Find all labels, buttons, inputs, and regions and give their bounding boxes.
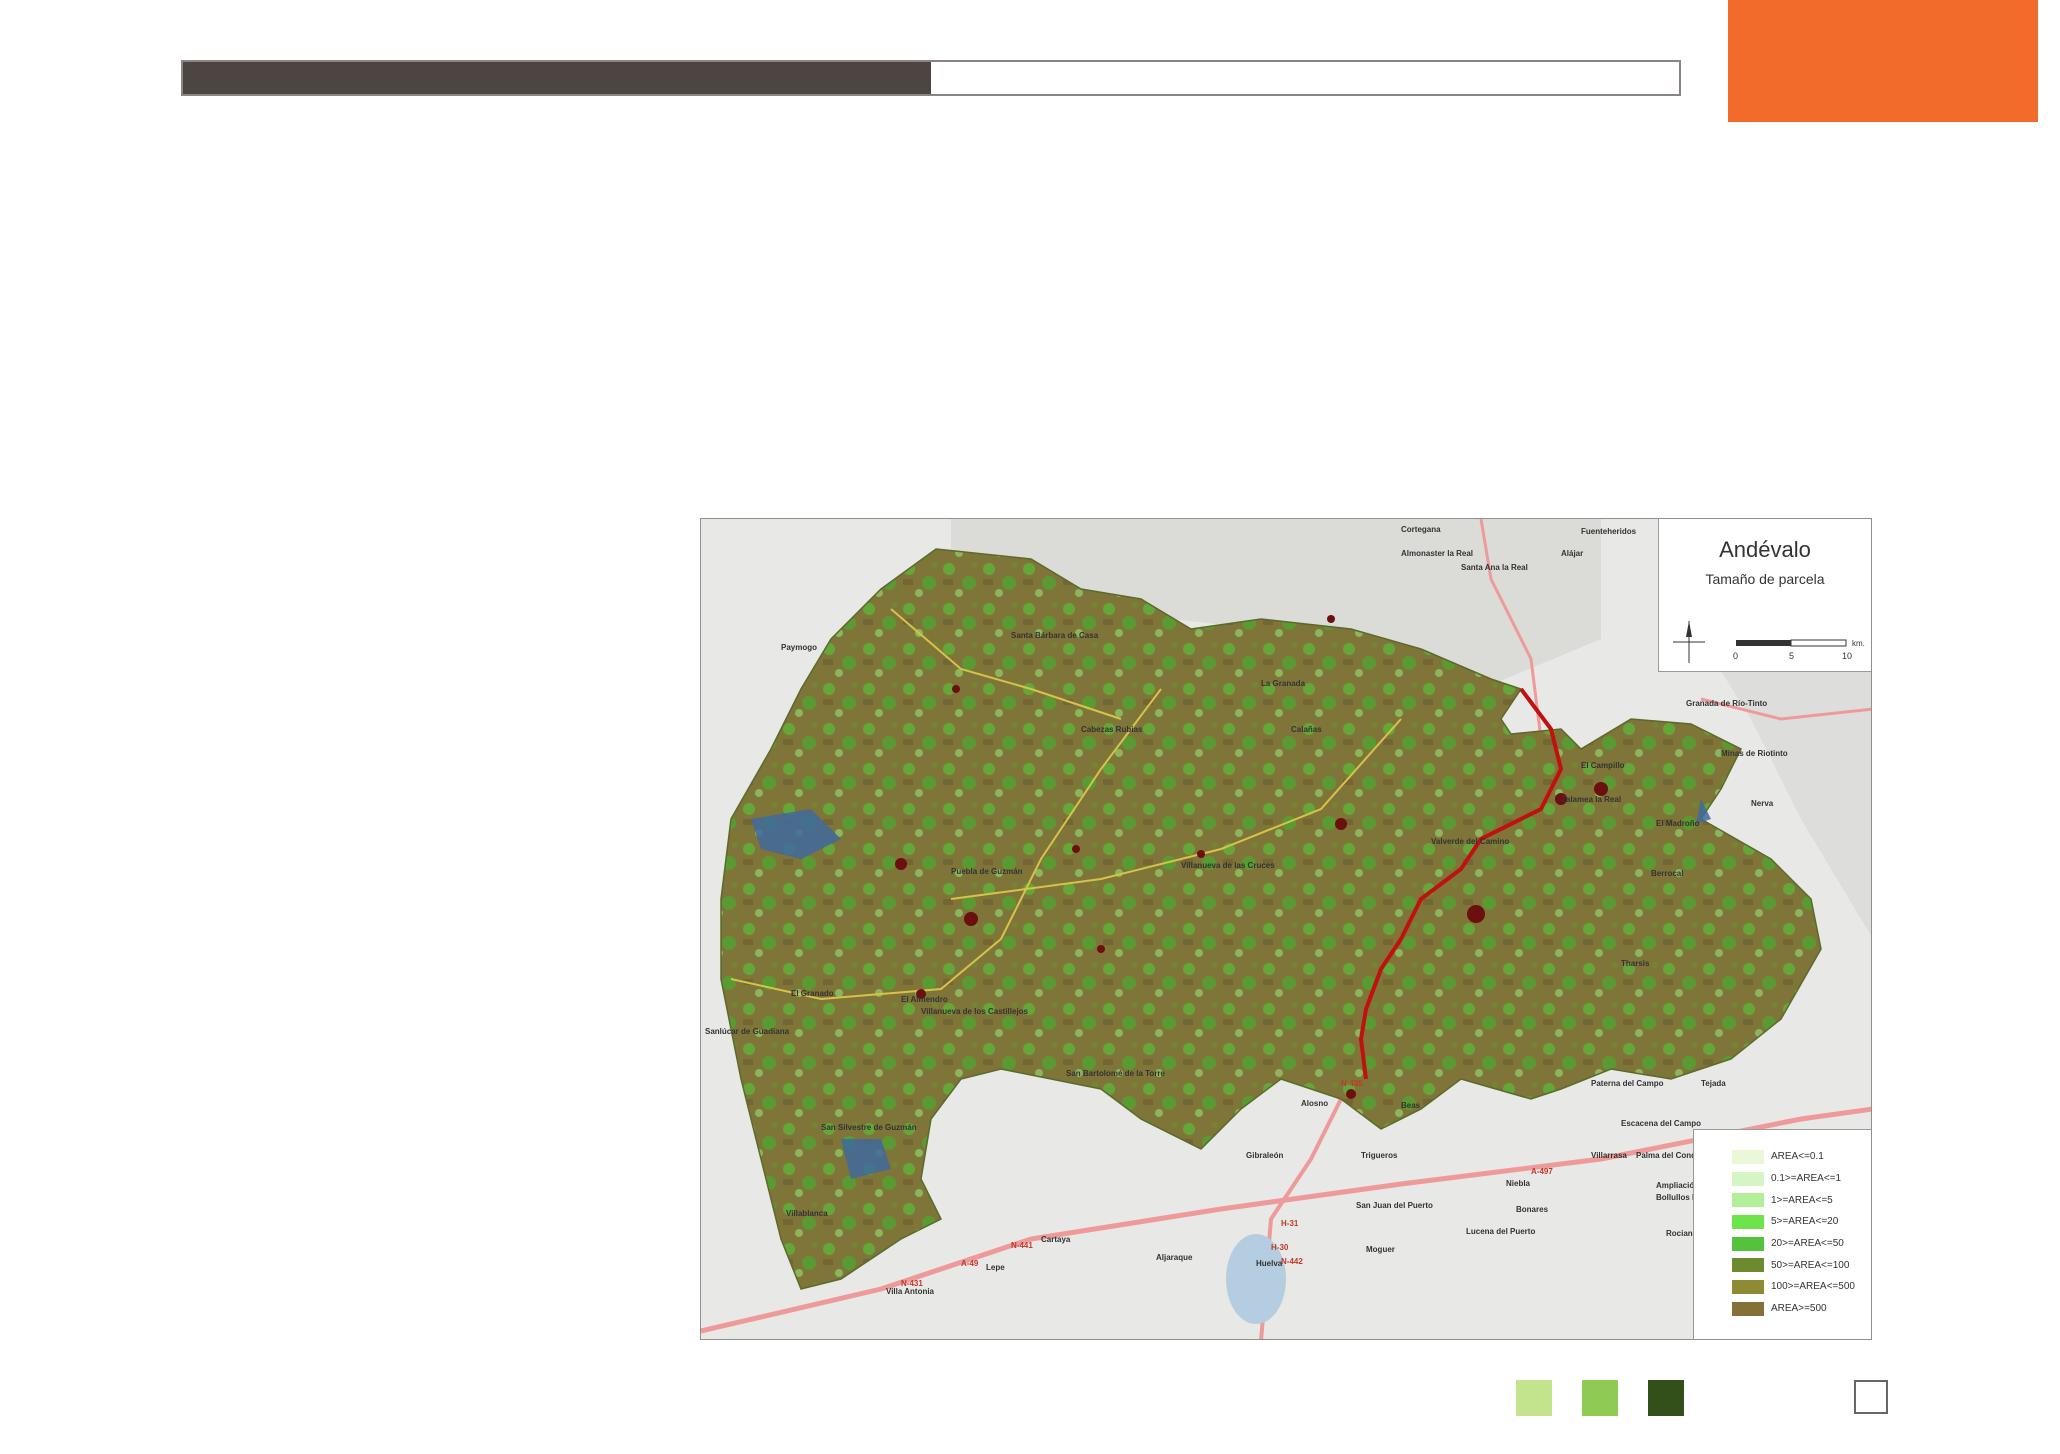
scale-bar xyxy=(1736,639,1847,647)
place-label: Granada de Río-Tinto xyxy=(1686,699,1768,708)
legend-item: 20>=AREA<=50 xyxy=(1694,1233,1871,1255)
road-label: N-435 xyxy=(1341,1079,1363,1088)
place-label: El Almendro xyxy=(901,995,948,1004)
place-label: Berrocal xyxy=(1651,869,1684,878)
place-label: Alájar xyxy=(1561,549,1584,558)
legend-swatch xyxy=(1732,1301,1764,1316)
place-label: Santa Ana la Real xyxy=(1461,563,1528,572)
place-label: Gibraleón xyxy=(1246,1151,1284,1160)
legend-label: 50>=AREA<=100 xyxy=(1771,1259,1850,1271)
title-box: Andévalo Tamaño de parcela xyxy=(1658,519,1871,612)
place-label: Villablanca xyxy=(786,1209,828,1218)
legend-label: 100>=AREA<=500 xyxy=(1771,1281,1855,1293)
place-label: La Granada xyxy=(1261,679,1306,688)
place-label: San Juan del Puerto xyxy=(1356,1201,1433,1210)
scale-box: 0 5 10 km. xyxy=(1658,611,1871,672)
scale-unit: km. xyxy=(1852,639,1865,648)
place-label: Cortegana xyxy=(1401,525,1441,534)
road-label: A-49 xyxy=(961,1259,979,1268)
map-figure: Cortegana Almonaster la Real Alájar Fuenteh… xyxy=(700,518,1872,1340)
place-label: Tejada xyxy=(1701,1079,1726,1088)
place-label: Calañas xyxy=(1291,725,1322,734)
scale-tick-5: 5 xyxy=(1789,651,1795,661)
road-label: H-30 xyxy=(1271,1243,1289,1252)
legend-label: 0.1>=AREA<=1 xyxy=(1771,1173,1842,1185)
place-label: San Silvestre de Guzmán xyxy=(821,1123,917,1132)
place-label: Alosno xyxy=(1301,1099,1329,1108)
road-label: N-431 xyxy=(901,1279,923,1288)
road-label: N-442 xyxy=(1281,1257,1303,1266)
place-label: Niebla xyxy=(1506,1179,1531,1188)
legend-label: 20>=AREA<=50 xyxy=(1771,1238,1844,1250)
map-title: Andévalo xyxy=(1719,537,1811,562)
legend-label: 5>=AREA<=20 xyxy=(1771,1216,1839,1228)
footer-swatch-light xyxy=(1516,1380,1552,1416)
map-subtitle: Tamaño de parcela xyxy=(1705,571,1825,587)
legend-swatch xyxy=(1732,1258,1764,1273)
accent-tab xyxy=(1728,0,2038,122)
legend-swatch xyxy=(1732,1193,1764,1208)
legend-item: AREA<=0.1 xyxy=(1694,1146,1871,1168)
place-label: Beas xyxy=(1401,1101,1421,1110)
place-label: Paterna del Campo xyxy=(1591,1079,1664,1088)
legend-label: 1>=AREA<=5 xyxy=(1771,1194,1833,1206)
road-label: A-497 xyxy=(1531,1167,1553,1176)
place-label: Villarrasa xyxy=(1591,1151,1627,1160)
footer-swatch-medium xyxy=(1582,1380,1618,1416)
place-label: El Campillo xyxy=(1581,761,1625,770)
place-label: Villanueva de los Castillejos xyxy=(921,1007,1029,1016)
legend-swatch xyxy=(1732,1236,1764,1251)
place-label: Almonaster la Real xyxy=(1401,549,1474,558)
place-label: Fuenteheridos xyxy=(1581,527,1637,536)
road-label: N-441 xyxy=(1011,1241,1033,1250)
legend-swatch xyxy=(1732,1279,1764,1294)
place-label: Lucena del Puerto xyxy=(1466,1227,1536,1236)
legend-item: 1>=AREA<=5 xyxy=(1694,1189,1871,1211)
place-label: El Granado xyxy=(791,989,834,998)
place-label: Puebla de Guzmán xyxy=(951,867,1023,876)
legend-item: 50>=AREA<=100 xyxy=(1694,1254,1871,1276)
place-label: Sanlúcar de Guadiana xyxy=(705,1027,790,1036)
place-label: Paymogo xyxy=(781,643,818,652)
legend-item: 0.1>=AREA<=1 xyxy=(1694,1168,1871,1190)
compass-icon xyxy=(1673,621,1705,663)
legend-swatch xyxy=(1732,1214,1764,1229)
legend-item: 5>=AREA<=20 xyxy=(1694,1211,1871,1233)
place-label: Valverde del Camino xyxy=(1431,837,1510,846)
legend-item: 100>=AREA<=500 xyxy=(1694,1276,1871,1298)
legend-item: AREA>=500 xyxy=(1694,1298,1871,1320)
scale-tick-0: 0 xyxy=(1733,651,1739,661)
place-label: Zalamea la Real xyxy=(1561,795,1622,804)
place-label: Aljaraque xyxy=(1156,1253,1193,1262)
place-label: Villa Antonia xyxy=(886,1287,935,1296)
place-label: Huelva xyxy=(1256,1259,1283,1268)
map-legend: AREA<=0.1 0.1>=AREA<=1 1>=AREA<=5 5>=AREA<=… xyxy=(1693,1129,1871,1339)
legend-swatch xyxy=(1732,1171,1764,1186)
place-label: Tharsis xyxy=(1621,959,1650,968)
place-label: Escacena del Campo xyxy=(1621,1119,1702,1128)
place-label: Trigueros xyxy=(1361,1151,1398,1160)
place-label: Lepe xyxy=(986,1263,1005,1272)
footer-swatch-dark xyxy=(1648,1380,1684,1416)
header-progress-fill xyxy=(183,62,931,94)
place-label: El Madroño xyxy=(1656,819,1700,828)
place-label: Cabezas Rubias xyxy=(1081,725,1143,734)
page-number-box xyxy=(1854,1380,1888,1414)
place-label: Cartaya xyxy=(1041,1235,1071,1244)
place-label: Moguer xyxy=(1366,1245,1395,1254)
place-label: Santa Bárbara de Casa xyxy=(1011,631,1099,640)
legend-label: AREA>=500 xyxy=(1771,1303,1827,1315)
place-label: Villanueva de las Cruces xyxy=(1181,861,1275,870)
legend-swatch xyxy=(1732,1149,1764,1164)
scale-tick-10: 10 xyxy=(1842,651,1853,661)
road-label: H-31 xyxy=(1281,1219,1299,1228)
legend-label: AREA<=0.1 xyxy=(1771,1151,1824,1163)
place-label: San Bartolomé de la Torre xyxy=(1066,1069,1165,1078)
place-label: Nerva xyxy=(1751,799,1774,808)
header-progress-bar xyxy=(181,60,1681,96)
place-label: Minas de Riotinto xyxy=(1721,749,1788,758)
place-label: Bonares xyxy=(1516,1205,1549,1214)
